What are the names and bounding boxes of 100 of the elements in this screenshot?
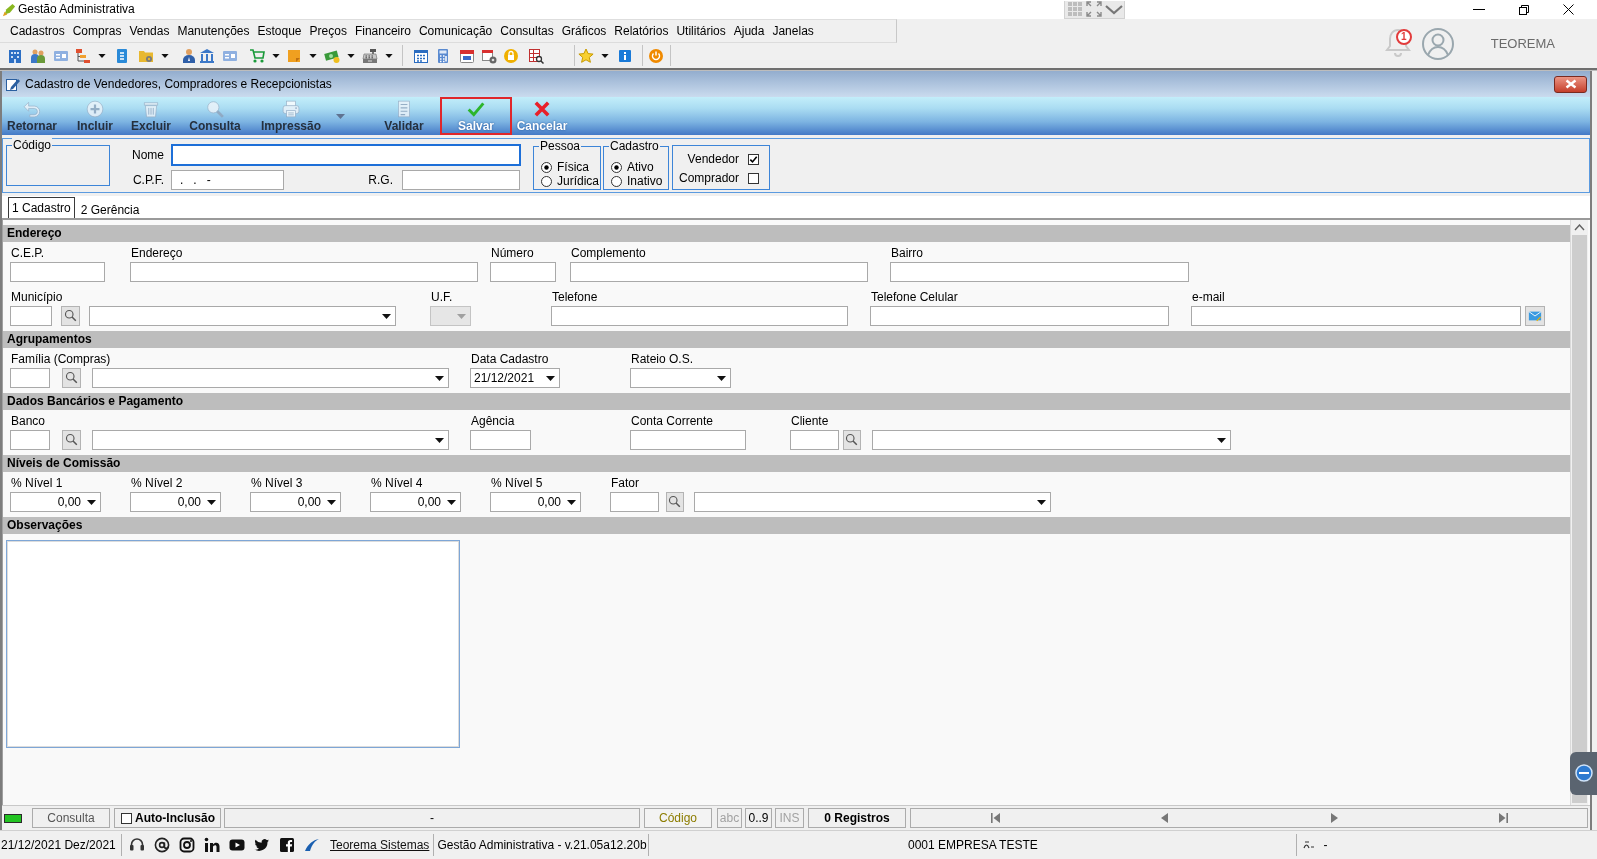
email-button[interactable] [1525,306,1545,326]
caret-icon[interactable] [347,53,355,58]
code-field[interactable] [790,430,839,450]
person-icon[interactable] [181,47,197,64]
caret-icon[interactable] [435,375,444,381]
caret-icon[interactable] [309,53,317,58]
radio-button[interactable] [611,175,622,187]
input-field[interactable] [890,262,1189,282]
menu-item[interactable]: Financeiro [350,23,415,39]
scrollbar[interactable] [1570,220,1588,805]
building-icon[interactable] [7,47,23,64]
search-button[interactable] [666,492,684,512]
info-icon[interactable] [617,47,633,64]
note-icon[interactable] [286,47,302,64]
number-dropdown-field[interactable]: 0,00 [490,492,581,512]
document-icon[interactable] [114,47,130,64]
menu-item[interactable]: Relatórios [610,23,673,39]
close-icon[interactable] [1563,4,1574,15]
input-field[interactable] [402,170,520,190]
menu-item[interactable]: Comunicação [414,23,497,39]
swoosh-logo-icon[interactable] [304,837,320,853]
caret-icon[interactable] [272,53,280,58]
number-dropdown-field[interactable]: 0,00 [370,492,461,512]
headset-icon[interactable] [129,837,145,853]
people-icon[interactable] [30,47,46,64]
caret-icon[interactable] [87,499,96,505]
dropdown-field[interactable]: 21/12/2021 [470,368,560,388]
checkbox[interactable] [748,173,759,184]
camera-icon[interactable] [179,837,195,853]
caret-icon[interactable] [717,375,726,381]
f-logo-icon[interactable] [279,837,295,853]
menu-item[interactable]: Preços [305,23,351,39]
restore-icon[interactable] [1519,4,1529,15]
next-record-icon[interactable] [1328,813,1339,823]
at-sign-icon[interactable] [154,837,170,853]
org-chart-icon[interactable] [75,47,91,64]
input-field[interactable] [470,430,531,450]
bird-icon[interactable] [254,837,270,853]
number-dropdown-field[interactable]: 0,00 [10,492,101,512]
code-field[interactable] [10,306,52,326]
checkbox[interactable] [121,812,132,824]
caret-icon[interactable] [207,499,216,505]
checkbox[interactable] [748,154,759,165]
dropdown-field[interactable] [92,430,449,450]
menu-item[interactable]: Utilitários [672,23,730,39]
number-dropdown-field[interactable]: 0,00 [250,492,341,512]
close-button[interactable] [1554,75,1587,93]
dropdown-field[interactable] [694,492,1051,512]
expand-icon[interactable] [1086,1,1102,17]
dropdown-field[interactable] [89,306,396,326]
number-dropdown-field[interactable]: 0,00 [130,492,221,512]
input-field[interactable] [630,430,746,450]
power-icon[interactable] [648,47,664,64]
caret-icon[interactable] [601,53,609,58]
menu-item[interactable]: Vendas [125,23,174,39]
website-link[interactable]: Teorema Sistemas [330,837,430,853]
caret-icon[interactable] [161,53,169,58]
caret-icon[interactable] [382,313,391,319]
first-record-icon[interactable] [990,813,1001,823]
search-button[interactable] [843,430,861,450]
input-field[interactable] [1191,306,1521,326]
caret-icon[interactable] [447,499,456,505]
search-button[interactable] [61,306,80,326]
bank-icon[interactable] [199,47,215,64]
menu-item[interactable]: Estoque [253,23,306,39]
chevron-down-icon[interactable] [1105,3,1123,15]
radio-button[interactable] [541,175,552,187]
caret-icon[interactable] [567,499,576,505]
cart-icon[interactable] [249,47,265,64]
dropdown-field[interactable] [630,368,731,388]
calendar-icon[interactable] [459,47,475,64]
caret-icon[interactable] [385,53,393,58]
caret-icon[interactable] [546,375,555,381]
search-button[interactable] [62,430,81,450]
last-record-icon[interactable] [1497,813,1508,823]
tab[interactable]: 1 Cadastro [8,197,75,218]
calendar-gear-icon[interactable] [481,47,497,64]
play-icon[interactable] [229,837,245,853]
radio-button[interactable] [611,161,622,173]
code-field[interactable] [10,368,50,388]
input-field[interactable] [870,306,1169,326]
menu-item[interactable]: Gráficos [557,23,611,39]
menu-item[interactable]: Manutenções [173,23,254,39]
caret-icon[interactable] [327,499,336,505]
cash-register-icon[interactable] [362,47,378,64]
menu-item[interactable]: Ajuda [729,23,769,39]
star-icon[interactable] [578,47,594,64]
in-logo-icon[interactable] [204,837,220,853]
dropdown-field[interactable] [872,430,1231,450]
calculator-icon[interactable] [435,47,451,64]
memo-field[interactable] [6,540,460,748]
code-field[interactable] [10,430,50,450]
input-field[interactable] [171,144,521,166]
input-field[interactable] [551,306,848,326]
menu-item[interactable]: Cadastros [6,23,69,39]
bell-icon[interactable] [1383,26,1412,57]
input-field[interactable]: . . - [171,170,284,190]
menu-item[interactable]: Consultas [496,23,558,39]
scrollbar-thumb[interactable] [1572,235,1587,803]
input-field[interactable] [490,262,556,282]
